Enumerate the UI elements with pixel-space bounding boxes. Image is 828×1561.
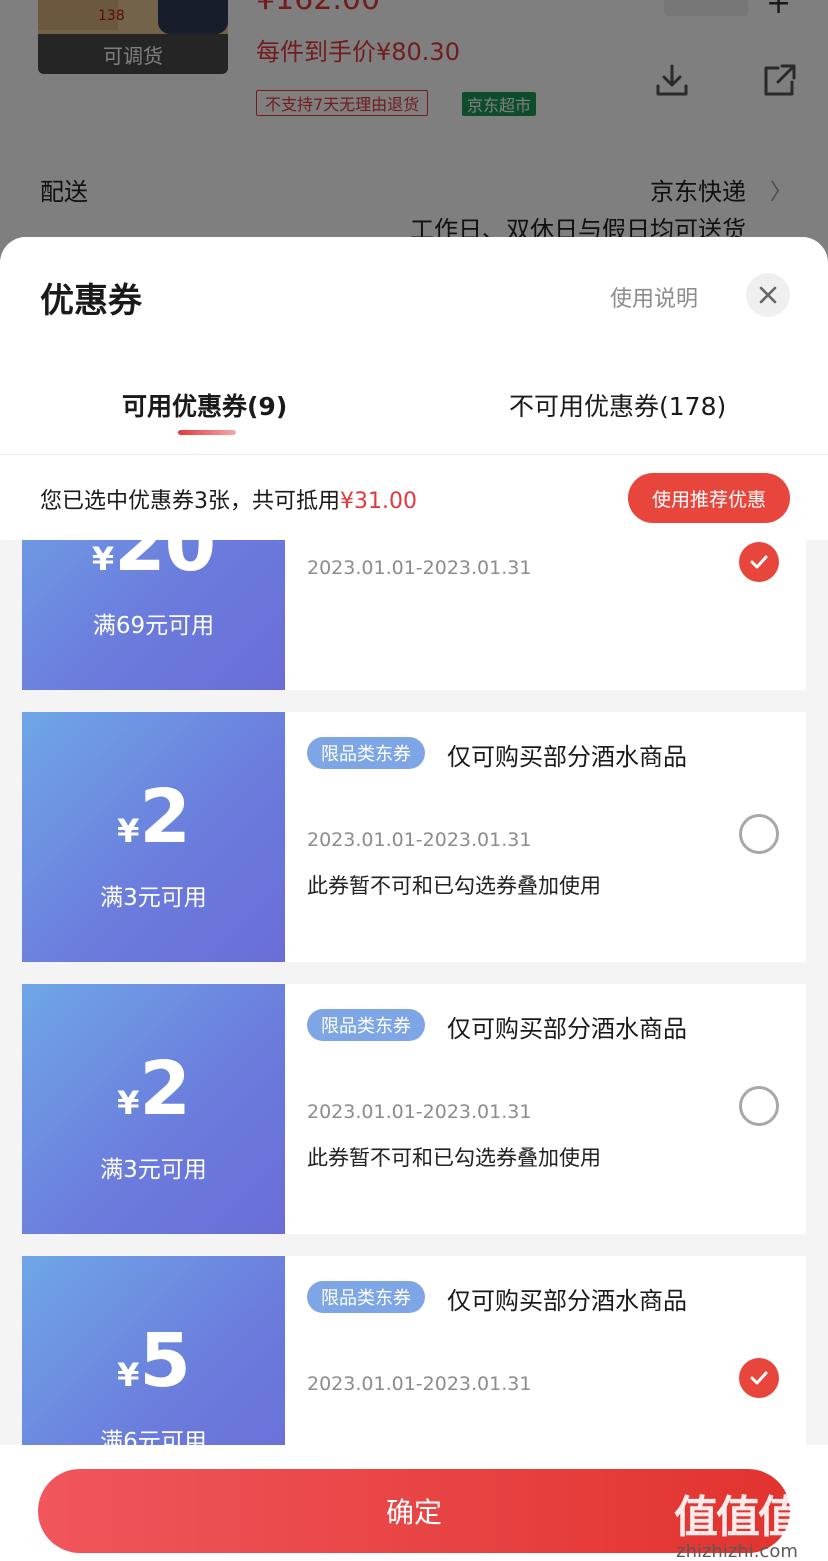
checkmark-icon[interactable] (739, 1358, 779, 1398)
divider (0, 454, 828, 455)
coupon-condition: 满3元可用 (100, 1157, 207, 1183)
usage-instructions-link[interactable]: 使用说明 (610, 281, 698, 313)
amount-value: 2 (139, 774, 190, 860)
coupon-type-tag: 限品类东券 (307, 1281, 425, 1313)
coupon-value-panel: ¥2 满3元可用 (17, 984, 285, 1234)
coupon-card[interactable]: ¥20 满69元可用 2023.01.01-2023.01.31 (17, 540, 806, 690)
use-recommended-button[interactable]: 使用推荐优惠 (628, 473, 790, 523)
tab-unavailable-coupons[interactable]: 不可用优惠券(178) (509, 387, 726, 423)
amount-value: 2 (139, 1046, 190, 1132)
coupon-title: 仅可购买部分酒水商品 (447, 1015, 687, 1043)
coupon-type-tag: 限品类东券 (307, 1009, 425, 1041)
coupon-condition: 满69元可用 (92, 613, 215, 639)
checkmark-icon[interactable] (739, 542, 779, 582)
coupon-type-tag: 限品类东券 (307, 737, 425, 769)
watermark-logo: 值值值 (674, 1492, 802, 1543)
active-tab-indicator (178, 430, 236, 435)
coupon-list[interactable]: ¥20 满69元可用 2023.01.01-2023.01.31 ¥2 满3元可… (0, 540, 828, 1445)
coupon-date: 2023.01.01-2023.01.31 (307, 557, 532, 579)
coupon-sheet: 优惠券 使用说明 可用优惠券(9) 不可用优惠券(178) 您已选中优惠券3张，… (0, 237, 828, 1561)
coupon-date: 2023.01.01-2023.01.31 (307, 1373, 532, 1395)
sheet-footer: 确定 值值值 zhizhizhi.com (0, 1445, 828, 1561)
sheet-title: 优惠券 (40, 281, 142, 321)
coupon-card[interactable]: ¥2 满3元可用 限品类东券 仅可购买部分酒水商品 2023.01.01-202… (17, 984, 806, 1234)
coupon-date: 2023.01.01-2023.01.31 (307, 1101, 532, 1123)
yen-symbol: ¥ (117, 812, 140, 850)
coupon-amount: ¥5 (22, 1318, 285, 1404)
amount-value: 20 (114, 540, 216, 588)
coupon-note: 此券暂不可和已勾选券叠加使用 (307, 1146, 601, 1170)
amount-value: 5 (139, 1318, 190, 1404)
coupon-title: 仅可购买部分酒水商品 (447, 1287, 687, 1315)
watermark: 值值值 zhizhizhi.com (674, 1481, 802, 1561)
coupon-amount: ¥2 (22, 1046, 285, 1132)
tab-available-coupons[interactable]: 可用优惠券(9) (122, 387, 287, 423)
unchecked-circle-icon[interactable] (739, 814, 779, 854)
coupon-date: 2023.01.01-2023.01.31 (307, 829, 532, 851)
coupon-value-panel: ¥2 满3元可用 (17, 712, 285, 962)
coupon-condition: 满6元可用 (100, 1429, 207, 1445)
unchecked-circle-icon[interactable] (739, 1086, 779, 1126)
close-icon[interactable] (746, 273, 790, 317)
coupon-condition: 满3元可用 (100, 885, 207, 911)
yen-symbol: ¥ (117, 1356, 140, 1394)
yen-symbol: ¥ (91, 540, 115, 578)
yen-symbol: ¥ (117, 1084, 140, 1122)
coupon-value-panel: ¥5 满6元可用 (17, 1256, 285, 1445)
coupon-value-panel: ¥20 满69元可用 (17, 540, 285, 690)
sheet-header: 优惠券 使用说明 可用优惠券(9) 不可用优惠券(178) 您已选中优惠券3张，… (0, 237, 828, 540)
coupon-amount: ¥20 (22, 540, 285, 588)
coupon-amount: ¥2 (22, 774, 285, 860)
summary-amount: ¥31.00 (340, 489, 417, 514)
coupon-note: 此券暂不可和已勾选券叠加使用 (307, 874, 601, 898)
summary-text: 您已选中优惠券3张，共可抵用 (40, 489, 340, 514)
coupon-card[interactable]: ¥2 满3元可用 限品类东券 仅可购买部分酒水商品 2023.01.01-202… (17, 712, 806, 962)
selection-summary: 您已选中优惠券3张，共可抵用¥31.00 (40, 483, 417, 515)
coupon-card[interactable]: ¥5 满6元可用 限品类东券 仅可购买部分酒水商品 2023.01.01-202… (17, 1256, 806, 1445)
coupon-title: 仅可购买部分酒水商品 (447, 743, 687, 771)
